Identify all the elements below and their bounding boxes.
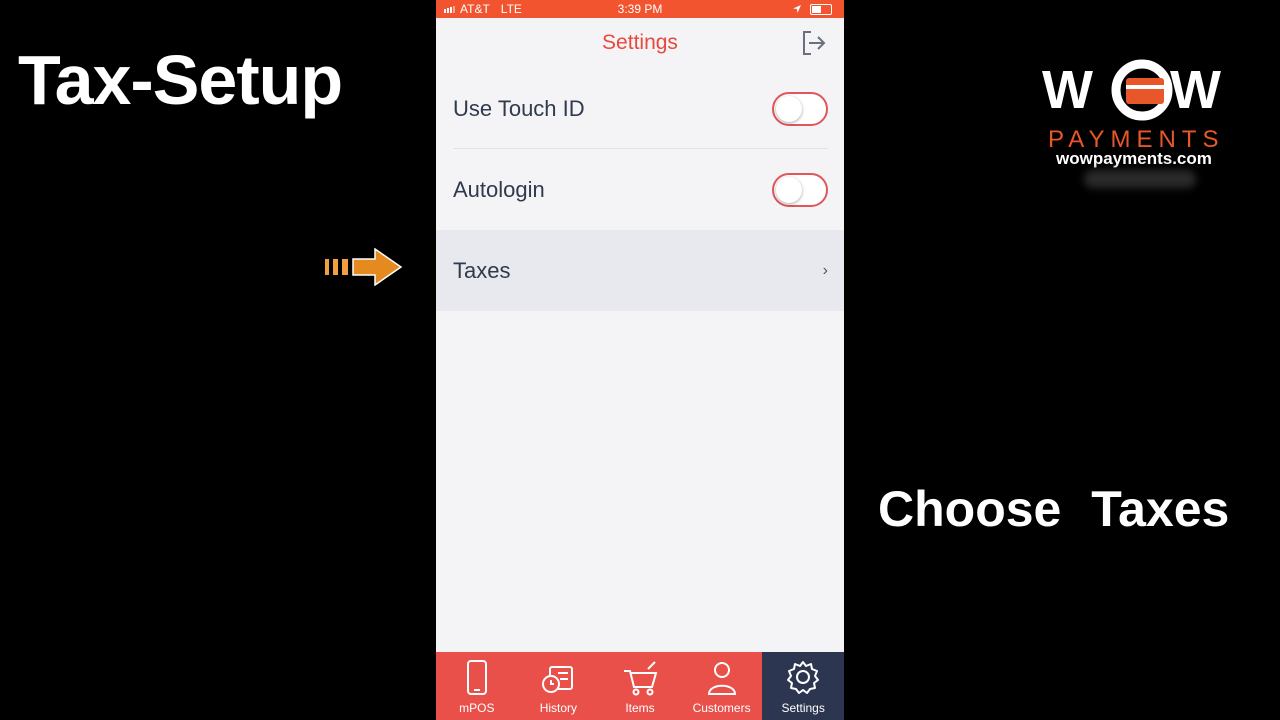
- gear-icon: [787, 661, 820, 694]
- tab-label: Customers: [692, 701, 751, 715]
- toggle-knob: [776, 176, 802, 203]
- page-title: Settings: [602, 31, 678, 54]
- setting-row-autologin: Autologin: [436, 149, 844, 230]
- status-bar: AT&T LTE 3:39 PM: [436, 0, 844, 18]
- phone-screen: AT&T LTE 3:39 PM Settings Use Touch ID A…: [436, 0, 844, 720]
- setting-label: Use Touch ID: [453, 95, 585, 121]
- wow-payments-logo: W W PAYMENTS wowpayments.com: [1040, 56, 1240, 188]
- tab-items[interactable]: Items: [599, 652, 681, 720]
- tab-history[interactable]: History: [518, 652, 600, 720]
- battery-icon: [810, 3, 832, 15]
- overlay-title: Tax-Setup: [18, 41, 343, 119]
- setting-label: Autologin: [453, 176, 545, 202]
- tab-settings[interactable]: Settings: [762, 652, 844, 720]
- person-icon: [707, 662, 736, 695]
- setting-row-taxes[interactable]: Taxes ›: [436, 230, 844, 311]
- tab-bar: mPOS History Items Customers Settings: [436, 652, 844, 720]
- chevron-right-icon: ›: [822, 261, 828, 279]
- status-time: 3:39 PM: [617, 2, 663, 16]
- wow-logo-mark-icon: W W: [1042, 59, 1221, 121]
- toggle-knob: [776, 95, 802, 122]
- tab-label: mPOS: [459, 701, 495, 715]
- navbar: Settings: [436, 18, 844, 68]
- touch-id-toggle[interactable]: [772, 91, 828, 126]
- logo-url: wowpayments.com: [1056, 149, 1212, 168]
- tab-label: Settings: [781, 701, 825, 715]
- logout-icon[interactable]: [800, 29, 828, 57]
- phone-icon: [466, 660, 487, 695]
- tab-customers[interactable]: Customers: [681, 652, 763, 720]
- tab-label: History: [539, 701, 578, 715]
- overlay-hint: Choose Taxes: [878, 481, 1230, 537]
- logo-blur-decoration: [1084, 170, 1196, 188]
- autologin-toggle[interactable]: [772, 172, 828, 207]
- tab-label: Items: [625, 701, 655, 715]
- pointer-arrow-icon: [325, 248, 403, 286]
- svg-text:W: W: [1170, 60, 1221, 120]
- history-icon: [542, 666, 574, 693]
- svg-text:W: W: [1042, 60, 1093, 120]
- tab-mpos[interactable]: mPOS: [436, 652, 518, 720]
- setting-row-touch-id: Use Touch ID: [436, 68, 844, 149]
- cart-icon: [623, 661, 658, 696]
- setting-label: Taxes: [453, 257, 511, 283]
